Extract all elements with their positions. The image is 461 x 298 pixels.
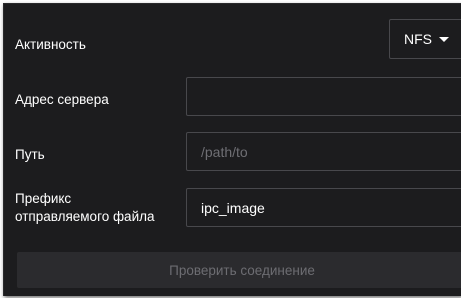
server-address-label: Адрес сервера bbox=[15, 92, 109, 107]
path-label: Путь bbox=[15, 147, 45, 162]
file-prefix-input[interactable] bbox=[186, 188, 461, 227]
prefix-label-line1: Префикс bbox=[15, 191, 72, 206]
nfs-settings-panel: Активность NFS Адрес сервера Путь Префик… bbox=[3, 3, 461, 296]
server-address-input[interactable] bbox=[186, 77, 461, 116]
activity-selected-value: NFS bbox=[404, 31, 432, 47]
activity-dropdown[interactable]: NFS bbox=[389, 19, 461, 59]
prefix-label-line2: отправляемого файла bbox=[15, 209, 155, 224]
path-input[interactable] bbox=[186, 132, 461, 171]
activity-label: Активность bbox=[15, 37, 86, 52]
check-connection-button[interactable]: Проверить соединение bbox=[17, 252, 461, 288]
caret-down-icon bbox=[439, 36, 449, 42]
